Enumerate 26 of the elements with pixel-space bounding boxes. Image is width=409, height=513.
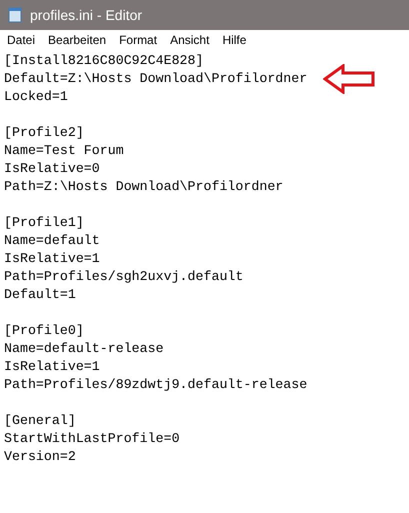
- menu-item[interactable]: Hilfe: [222, 31, 246, 49]
- text-line: Path=Profiles/89zdwtj9.default-release: [4, 376, 308, 394]
- menu-item[interactable]: Datei: [7, 31, 36, 49]
- menu-item[interactable]: Bearbeiten: [48, 31, 106, 49]
- text-line: IsRelative=0: [4, 160, 100, 178]
- menu-item[interactable]: Format: [119, 31, 158, 49]
- text-line: [Install8216C80C92C4E828]: [4, 52, 204, 70]
- text-line: Default=1: [4, 286, 76, 304]
- text-line: Path=Profiles/sgh2uxvj.default: [4, 268, 244, 286]
- text-line: Version=2: [4, 448, 76, 466]
- text-line: Default=Z:\Hosts Download\Profilordner: [4, 70, 308, 88]
- window-title: profiles.ini - Editor: [30, 6, 142, 25]
- text-line: [Profile2]: [4, 124, 84, 142]
- text-line: Name=default-release: [4, 340, 164, 358]
- text-line: IsRelative=1: [4, 250, 100, 268]
- text-line: Path=Z:\Hosts Download\Profilordner: [4, 178, 284, 196]
- text-line: [General]: [4, 412, 76, 430]
- text-line: Locked=1: [4, 88, 68, 106]
- text-line: IsRelative=1: [4, 358, 100, 376]
- text-line: [Profile0]: [4, 322, 84, 340]
- notepad-icon: [8, 7, 22, 23]
- text-line: Name=Test Forum: [4, 142, 124, 160]
- text-line: [Profile1]: [4, 214, 84, 232]
- text-line: Name=default: [4, 232, 100, 250]
- text-line: StartWithLastProfile=0: [4, 430, 180, 448]
- menu-item[interactable]: Ansicht: [170, 31, 210, 49]
